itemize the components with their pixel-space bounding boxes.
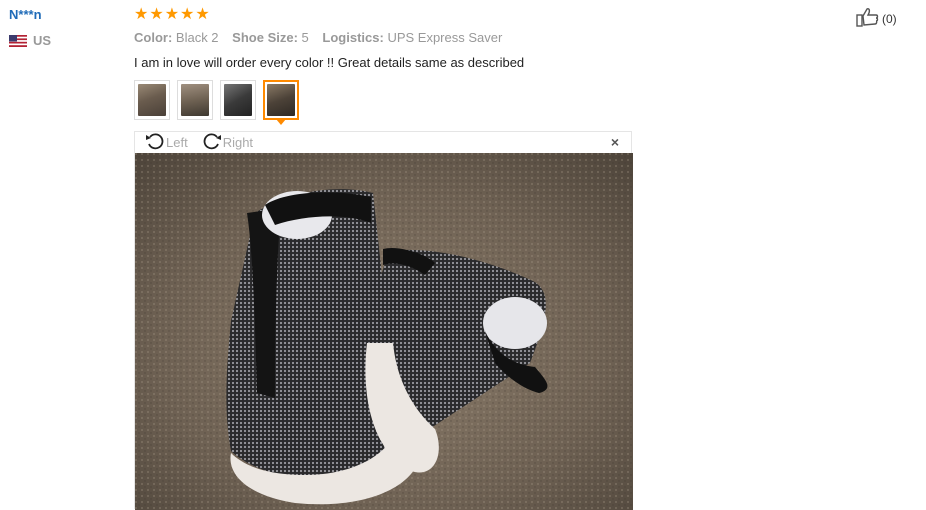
viewer-toolbar: Left Right × [135, 132, 631, 153]
attr-shoe-size: Shoe Size: 5 [232, 30, 309, 45]
image-viewer: Left Right × [134, 131, 633, 510]
selected-caret-icon [276, 119, 286, 125]
rotate-left-icon [145, 132, 165, 153]
review-photo [135, 153, 633, 510]
attr-color: Color: Black 2 [134, 30, 219, 45]
reviewer-name: N***n [9, 7, 42, 22]
country-code: US [33, 33, 52, 48]
order-attributes: Color: Black 2 Shoe Size: 5 Logistics: U… [134, 30, 512, 45]
star-icon: ★ [195, 6, 210, 23]
review-text: I am in love will order every color !! G… [134, 55, 525, 70]
helpful-button[interactable]: (0) [856, 7, 897, 30]
star-icon: ★ [180, 6, 195, 23]
star-icon: ★ [134, 6, 149, 23]
helpful-count: (0) [882, 11, 897, 26]
star-icon: ★ [149, 6, 164, 23]
thumbs-up-icon [856, 7, 880, 30]
close-viewer-button[interactable]: × [611, 134, 619, 150]
review-thumbnail[interactable] [134, 80, 170, 120]
star-icon: ★ [164, 6, 180, 23]
attr-logistics: Logistics: UPS Express Saver [322, 30, 503, 45]
us-flag-icon [9, 34, 27, 47]
review-thumbnail-selected[interactable] [263, 80, 299, 125]
reviewer-country: US [9, 33, 51, 48]
rotate-right-icon [200, 132, 222, 153]
review-thumbnails [134, 80, 299, 125]
review-thumbnail[interactable] [220, 80, 256, 120]
rotate-right-button[interactable]: Right [200, 132, 253, 153]
review-thumbnail[interactable] [177, 80, 213, 120]
star-rating: ★ ★ ★ ★ ★ [134, 6, 210, 24]
rotate-left-button[interactable]: Left [145, 132, 188, 153]
